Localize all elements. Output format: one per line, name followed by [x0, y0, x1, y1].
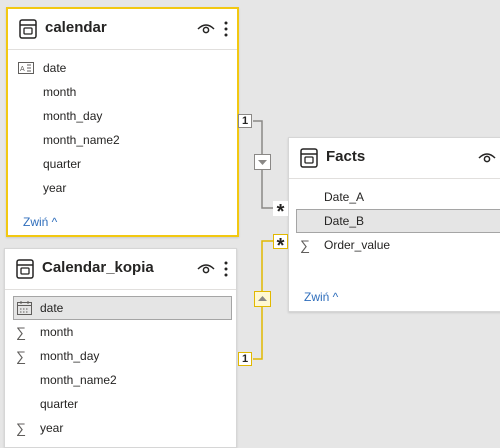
table-card-header[interactable]: Calendar_kopia	[5, 249, 236, 289]
field-name: Date_B	[324, 214, 365, 228]
cardinality-one-badge: 1	[238, 352, 252, 366]
header-divider	[289, 178, 500, 179]
table-icon	[300, 148, 318, 168]
triangle-down-icon	[258, 160, 267, 165]
field-row-selected[interactable]: Date_B	[289, 209, 500, 233]
field-name: Order_value	[324, 238, 391, 252]
field-row[interactable]: ∑ month	[5, 320, 236, 344]
field-row[interactable]: ∑ year	[5, 416, 236, 440]
field-row[interactable]: quarter	[5, 392, 236, 416]
field-name: year	[43, 181, 67, 195]
triangle-up-icon	[258, 296, 267, 301]
table-card-calendar-kopia[interactable]: Calendar_kopia date ∑ month ∑ month_day …	[4, 248, 237, 448]
text-calendar-icon: A	[18, 62, 34, 74]
table-card-calendar[interactable]: calendar A date month month_day month_na…	[6, 7, 239, 237]
field-name: date	[40, 301, 64, 315]
field-row[interactable]: month_day	[8, 104, 237, 128]
eye-icon[interactable]	[197, 262, 215, 275]
table-card-facts[interactable]: Facts Date_A Date_B ∑ Order_value Zwiń ^	[288, 137, 500, 312]
field-row[interactable]: ∑ month_day	[5, 344, 236, 368]
table-title: calendar	[45, 19, 107, 36]
svg-text:A: A	[20, 66, 25, 73]
table-icon	[16, 259, 34, 279]
eye-icon[interactable]	[478, 151, 496, 164]
header-divider	[5, 289, 236, 290]
field-name: quarter	[43, 157, 82, 171]
field-row[interactable]: quarter	[8, 152, 237, 176]
field-name: quarter	[40, 397, 79, 411]
collapse-link[interactable]: Zwiń ^	[304, 290, 338, 304]
table-icon	[19, 19, 37, 39]
field-row[interactable]: year	[8, 176, 237, 200]
collapse-link[interactable]: Zwiń ^	[23, 215, 57, 229]
table-card-header[interactable]: Facts	[289, 138, 500, 178]
table-card-header[interactable]: calendar	[8, 9, 237, 49]
filter-direction-down-icon[interactable]	[254, 154, 271, 170]
table-title: Facts	[326, 148, 366, 165]
field-name: month_name2	[40, 373, 117, 387]
sigma-icon: ∑	[16, 348, 26, 364]
field-row[interactable]: month	[8, 80, 237, 104]
field-row[interactable]: month_name2	[8, 128, 237, 152]
field-row[interactable]: Date_A	[289, 185, 500, 209]
header-divider	[8, 49, 237, 50]
field-row[interactable]: ∑ Order_value	[289, 233, 500, 257]
more-options-icon[interactable]	[223, 19, 229, 39]
more-options-icon[interactable]	[223, 259, 229, 279]
field-name: month_name2	[43, 133, 120, 147]
sigma-icon: ∑	[16, 324, 26, 340]
filter-direction-up-icon[interactable]	[254, 291, 271, 307]
cardinality-many-badge: *	[273, 201, 288, 223]
eye-icon[interactable]	[197, 22, 215, 35]
calendar-icon	[17, 301, 32, 315]
field-name: month	[43, 85, 77, 99]
field-name: Date_A	[324, 190, 365, 204]
sigma-icon: ∑	[16, 420, 26, 436]
field-row-selected[interactable]: date	[5, 296, 236, 320]
sigma-icon: ∑	[300, 237, 310, 253]
field-name: date	[43, 61, 67, 75]
cardinality-many-badge: *	[273, 234, 288, 257]
field-row[interactable]: A date	[8, 56, 237, 80]
field-row[interactable]: month_name2	[5, 368, 236, 392]
field-name: month_day	[40, 349, 100, 363]
cardinality-one-badge: 1	[238, 114, 252, 128]
field-name: month	[40, 325, 74, 339]
field-name: year	[40, 421, 64, 435]
table-title: Calendar_kopia	[42, 259, 154, 276]
field-name: month_day	[43, 109, 103, 123]
